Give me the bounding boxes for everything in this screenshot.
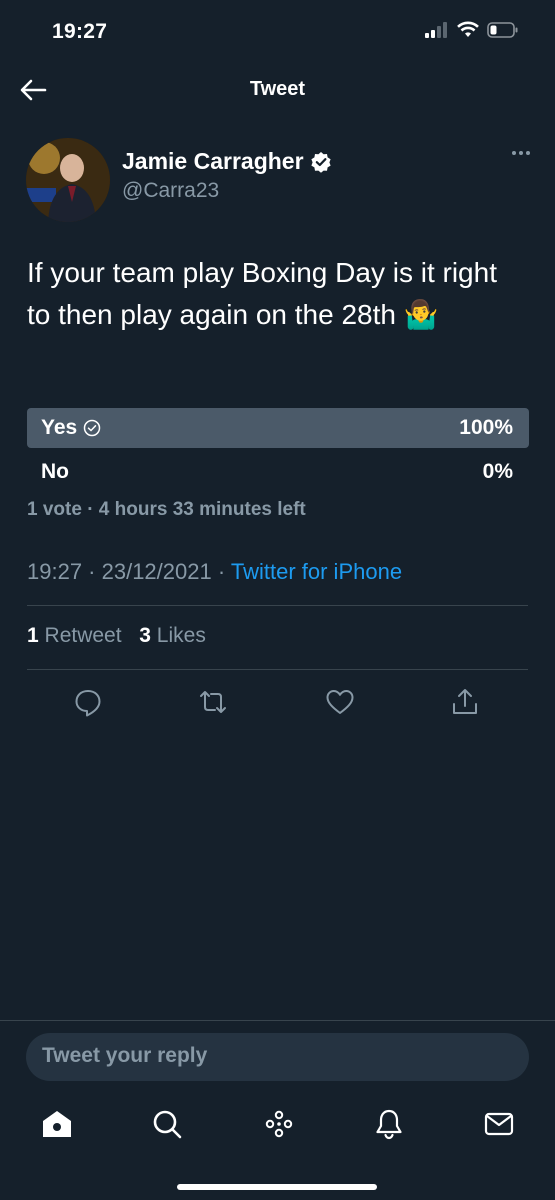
tweet-timestamp: 19:27 · 23/12/2021 · Twitter for iPhone <box>27 559 402 585</box>
search-icon[interactable] <box>150 1107 184 1141</box>
poll-option-label: Yes <box>41 416 101 440</box>
retweet-count: 1 <box>27 624 39 647</box>
more-icon[interactable] <box>511 150 531 156</box>
tweet-date: 19:27 · 23/12/2021 · <box>27 559 231 584</box>
avatar[interactable] <box>26 138 110 222</box>
divider <box>27 605 528 606</box>
tweet-source-link[interactable]: Twitter for iPhone <box>231 559 402 584</box>
reply-input[interactable]: Tweet your reply <box>26 1033 529 1081</box>
poll-option-label: No <box>41 460 69 483</box>
retweet-label[interactable]: Retweet <box>45 624 122 647</box>
cellular-signal-icon <box>425 21 447 38</box>
like-count: 3 <box>139 624 151 647</box>
spaces-icon[interactable] <box>262 1107 296 1141</box>
check-circle-icon <box>83 419 101 437</box>
poll-option-no: No 0% <box>27 452 529 492</box>
home-indicator <box>177 1184 377 1190</box>
poll-option-percent: 100% <box>459 416 513 439</box>
status-time: 19:27 <box>52 20 108 43</box>
battery-icon <box>487 21 518 38</box>
messages-icon[interactable] <box>482 1107 516 1141</box>
wifi-icon <box>457 21 479 37</box>
divider <box>27 669 528 670</box>
like-icon[interactable] <box>324 686 356 718</box>
verified-badge-icon <box>310 151 331 173</box>
home-icon[interactable] <box>40 1107 74 1141</box>
poll-option-yes: Yes 100% <box>27 408 529 448</box>
notifications-icon[interactable] <box>372 1107 406 1141</box>
share-icon[interactable] <box>449 686 481 718</box>
like-label[interactable]: Likes <box>157 624 206 647</box>
tweet-stats[interactable]: 1 Retweet 3 Likes <box>27 624 206 648</box>
divider <box>0 1020 555 1021</box>
reply-icon[interactable] <box>72 686 104 718</box>
author-name[interactable]: Jamie Carragher <box>122 148 304 175</box>
reply-placeholder: Tweet your reply <box>42 1044 208 1067</box>
retweet-icon[interactable] <box>197 686 229 718</box>
author-name-row[interactable]: Jamie Carragher <box>122 148 332 175</box>
author-handle[interactable]: @Carra23 <box>122 179 219 203</box>
page-title: Tweet <box>249 78 306 100</box>
tweet-text: If your team play Boxing Day is it right… <box>27 257 497 330</box>
poll-option-percent: 0% <box>482 460 513 483</box>
status-icons <box>425 21 519 38</box>
poll-meta: 1 vote · 4 hours 33 minutes left <box>27 499 306 520</box>
avatar-image <box>26 138 110 222</box>
